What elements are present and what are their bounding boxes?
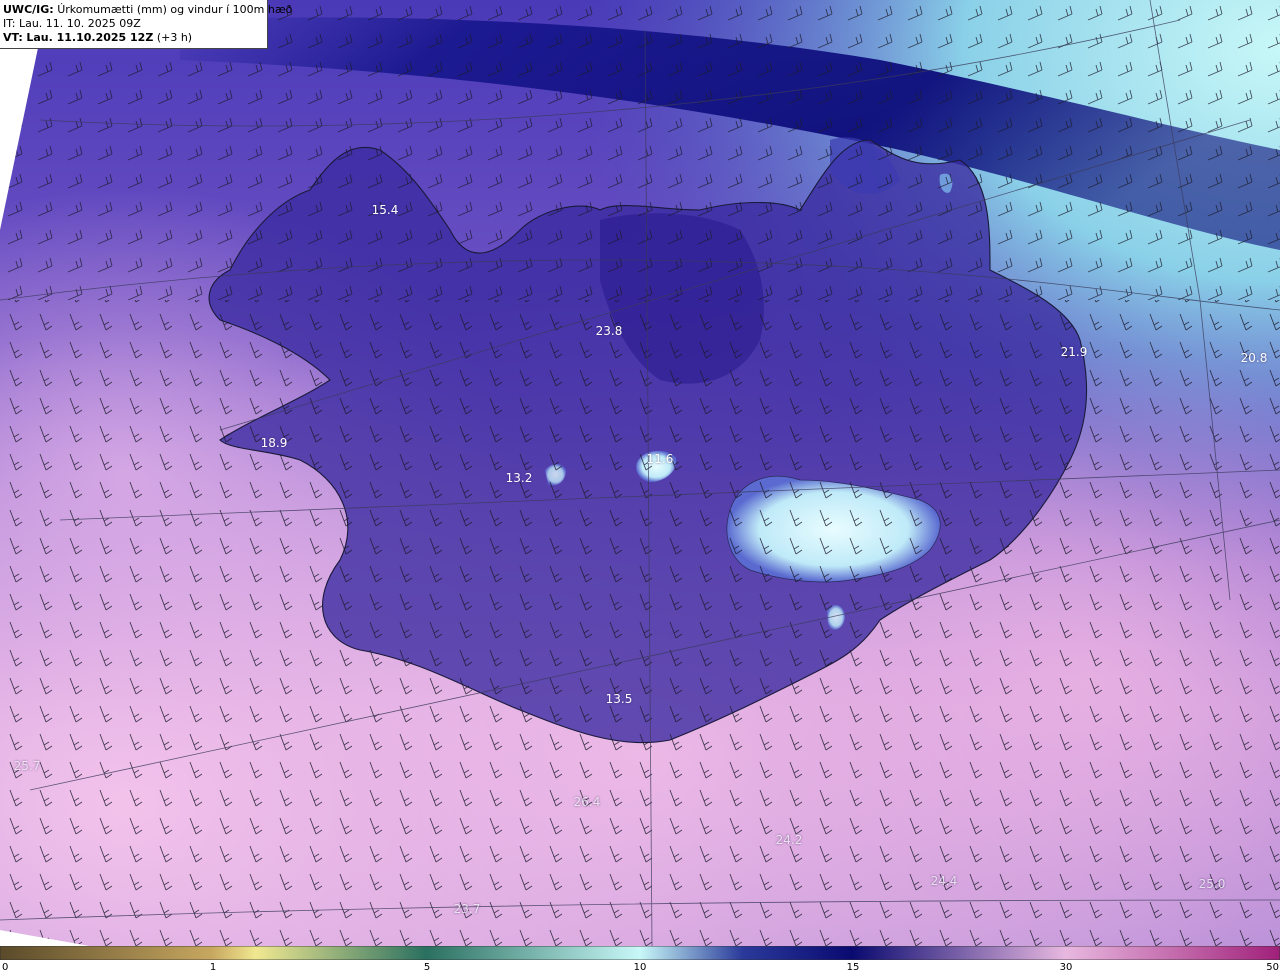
map-value-label: 25.7 <box>13 759 41 773</box>
map-value-label: 18.9 <box>260 436 288 450</box>
colorbar-tick-label: 50 <box>1266 962 1279 973</box>
colorbar <box>0 946 1280 960</box>
map-value-label: 13.5 <box>605 692 633 706</box>
init-prefix: IT: <box>3 17 16 30</box>
map-value-label: 23.8 <box>595 324 623 338</box>
precipitation-wind-map <box>0 0 1280 946</box>
map-value-label: 21.9 <box>1060 345 1088 359</box>
valid-prefix: VT: <box>3 31 23 44</box>
map-value-label: 13.2 <box>505 471 533 485</box>
map-header: UWC/IG: Úrkomumætti (mm) og vindur í 100… <box>0 0 292 49</box>
lead-time: (+3 h) <box>156 31 193 44</box>
map-value-label: 11.6 <box>646 452 674 466</box>
product-title: Úrkomumætti (mm) og vindur í 100m hæð <box>57 3 293 16</box>
map-value-label: 15.4 <box>371 203 399 217</box>
map-value-label: 25.0 <box>1198 877 1226 891</box>
valid-time-line: VT: Lau. 11.10.2025 12Z (+3 h) <box>3 31 264 45</box>
map-value-label: 24.4 <box>930 874 958 888</box>
colorbar-tick-label: 15 <box>846 962 860 973</box>
map-value-label: 23.7 <box>453 902 481 916</box>
colorbar-tick-label: 10 <box>633 962 647 973</box>
map-value-label: 20.8 <box>1240 351 1268 365</box>
init-time-line: IT: Lau. 11. 10. 2025 09Z <box>3 17 264 31</box>
colorbar-tick-label: 30 <box>1059 962 1073 973</box>
init-time: Lau. 11. 10. 2025 09Z <box>18 17 141 30</box>
colorbar-tick-label: 0 <box>2 962 9 973</box>
valid-time: Lau. 11.10.2025 12Z <box>26 31 154 44</box>
title-line: UWC/IG: Úrkomumætti (mm) og vindur í 100… <box>3 3 292 17</box>
product-code: UWC/IG: <box>3 3 54 16</box>
colorbar-tick-label: 5 <box>423 962 431 973</box>
colorbar-tick-label: 1 <box>209 962 217 973</box>
map-value-label: 26.4 <box>573 795 601 809</box>
map-value-label: 24.2 <box>775 833 803 847</box>
